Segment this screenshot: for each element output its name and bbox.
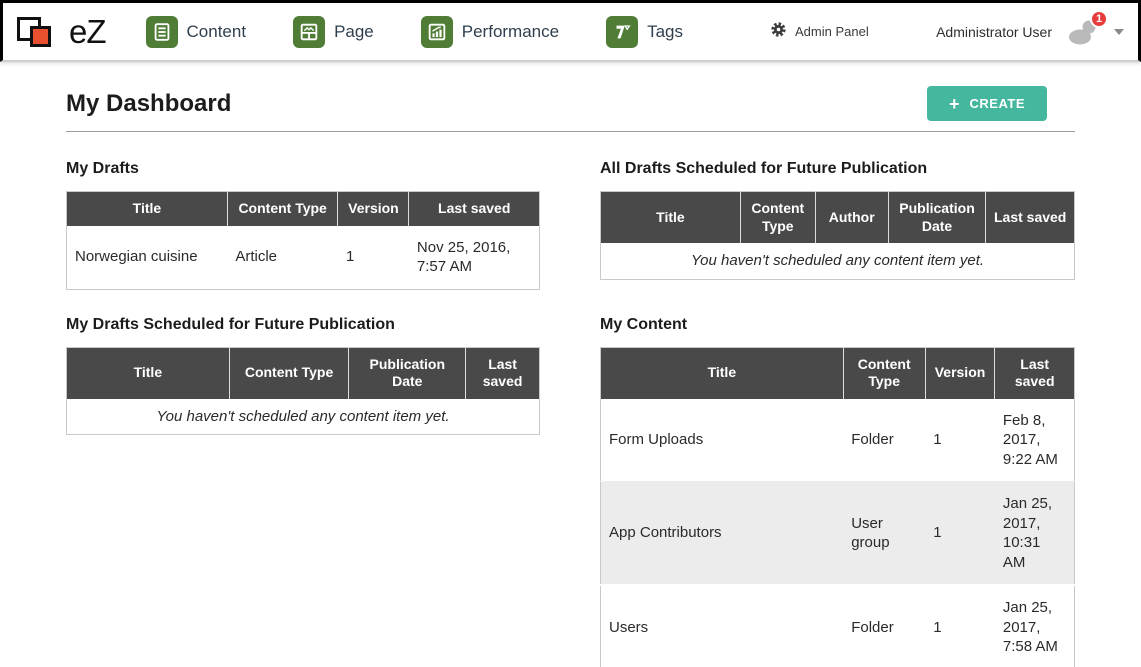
cell-version: 1	[925, 399, 995, 482]
nav-label-page: Page	[334, 22, 374, 42]
title-divider	[66, 131, 1075, 132]
cell-content-type: Folder	[843, 399, 925, 482]
table-header-row: Title Content Type Author Publication Da…	[601, 192, 1075, 244]
empty-state-row: You haven't scheduled any content item y…	[601, 243, 1075, 279]
nav-item-tags[interactable]: Tags	[606, 16, 683, 48]
column-header: Content Type	[227, 192, 338, 226]
column-header: Title	[67, 347, 230, 399]
table-row[interactable]: Form Uploads Folder 1 Feb 8, 2017, 9:22 …	[601, 399, 1075, 482]
nav-item-content[interactable]: Content	[146, 16, 247, 48]
create-button[interactable]: + CREATE	[927, 86, 1047, 121]
my-content-title: My Content	[600, 316, 1075, 334]
table-row[interactable]: Users Folder 1 Jan 25, 2017, 7:58 AM	[601, 585, 1075, 667]
my-drafts-scheduled-section: My Drafts Scheduled for Future Publicati…	[66, 316, 540, 667]
tags-icon	[606, 16, 638, 48]
create-button-label: CREATE	[970, 96, 1025, 111]
main-nav: Content Page	[146, 16, 731, 48]
user-menu: Administrator User 1	[936, 19, 1124, 45]
column-header: Last saved	[995, 347, 1075, 399]
cell-last-saved: Nov 25, 2016, 7:57 AM	[409, 226, 540, 290]
content-icon	[146, 16, 178, 48]
column-header: Content Type	[229, 347, 349, 399]
admin-panel-label: Admin Panel	[795, 24, 869, 39]
my-drafts-scheduled-title: My Drafts Scheduled for Future Publicati…	[66, 316, 540, 334]
table-row[interactable]: App Contributors User group 1 Jan 25, 20…	[601, 482, 1075, 586]
cell-content-type: Folder	[843, 585, 925, 667]
nav-label-content: Content	[187, 22, 247, 42]
column-header: Content Type	[843, 347, 925, 399]
cell-last-saved: Jan 25, 2017, 10:31 AM	[995, 482, 1075, 586]
column-header: Version	[338, 192, 409, 226]
table-header-row: Title Content Type Version Last saved	[601, 347, 1075, 399]
all-drafts-scheduled-section: All Drafts Scheduled for Future Publicat…	[600, 160, 1075, 290]
column-header: Title	[67, 192, 228, 226]
plus-icon: +	[949, 97, 960, 111]
column-header: Author	[815, 192, 888, 244]
cell-title: Norwegian cuisine	[67, 226, 228, 290]
all-drafts-scheduled-table: Title Content Type Author Publication Da…	[600, 191, 1075, 280]
ez-logo-icon	[15, 11, 63, 53]
column-header: Publication Date	[888, 192, 986, 244]
empty-state-message: You haven't scheduled any content item y…	[601, 243, 1075, 279]
column-header: Last saved	[986, 192, 1075, 244]
page-icon	[293, 16, 325, 48]
column-header: Last saved	[409, 192, 540, 226]
gear-icon	[770, 21, 787, 43]
cell-content-type: Article	[227, 226, 338, 290]
my-drafts-table: Title Content Type Version Last saved No…	[66, 191, 540, 290]
empty-state-message: You haven't scheduled any content item y…	[67, 399, 540, 435]
user-name: Administrator User	[936, 24, 1052, 40]
dashboard-grid: My Drafts Title Content Type Version Las…	[66, 160, 1075, 667]
cell-title: App Contributors	[601, 482, 844, 586]
ez-logo-text: eZ	[69, 13, 106, 51]
nav-label-tags: Tags	[647, 22, 683, 42]
page-title: My Dashboard	[66, 90, 231, 118]
empty-state-row: You haven't scheduled any content item y…	[67, 399, 540, 435]
ez-logo-orange-square	[30, 26, 51, 47]
user-avatar[interactable]: 1	[1066, 19, 1100, 45]
column-header: Publication Date	[349, 347, 466, 399]
performance-icon	[421, 16, 453, 48]
all-drafts-scheduled-title: All Drafts Scheduled for Future Publicat…	[600, 160, 1075, 178]
column-header: Last saved	[466, 347, 540, 399]
nav-item-performance[interactable]: Performance	[421, 16, 559, 48]
column-header: Title	[601, 347, 844, 399]
ez-logo[interactable]: eZ	[15, 11, 106, 53]
admin-panel-button[interactable]: Admin Panel	[770, 21, 869, 43]
cell-version: 1	[925, 482, 995, 586]
cell-version: 1	[338, 226, 409, 290]
nav-label-performance: Performance	[462, 22, 559, 42]
cell-last-saved: Feb 8, 2017, 9:22 AM	[995, 399, 1075, 482]
my-content-section: My Content Title Content Type Version La…	[600, 316, 1075, 667]
column-header: Version	[925, 347, 995, 399]
dashboard-main: My Dashboard + CREATE My Drafts Title Co…	[0, 62, 1141, 667]
my-drafts-title: My Drafts	[66, 160, 540, 178]
my-content-table: Title Content Type Version Last saved Fo…	[600, 347, 1075, 667]
column-header: Content Type	[740, 192, 815, 244]
table-row[interactable]: Norwegian cuisine Article 1 Nov 25, 2016…	[67, 226, 540, 290]
cell-version: 1	[925, 585, 995, 667]
column-header: Title	[601, 192, 741, 244]
table-header-row: Title Content Type Publication Date Last…	[67, 347, 540, 399]
table-header-row: Title Content Type Version Last saved	[67, 192, 540, 226]
cell-title: Form Uploads	[601, 399, 844, 482]
nav-item-page[interactable]: Page	[293, 16, 374, 48]
cell-content-type: User group	[843, 482, 925, 586]
top-navigation-bar: eZ Content Pag	[0, 0, 1141, 62]
notification-badge: 1	[1090, 10, 1108, 28]
chevron-down-icon[interactable]	[1114, 29, 1124, 35]
my-drafts-section: My Drafts Title Content Type Version Las…	[66, 160, 540, 290]
my-drafts-scheduled-table: Title Content Type Publication Date Last…	[66, 347, 540, 436]
page-header: My Dashboard + CREATE	[66, 86, 1075, 121]
cell-title: Users	[601, 585, 844, 667]
cell-last-saved: Jan 25, 2017, 7:58 AM	[995, 585, 1075, 667]
